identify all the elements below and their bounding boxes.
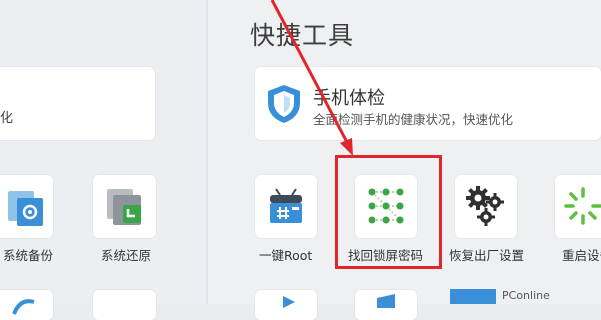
bottom-tile-1[interactable] [255, 290, 317, 320]
ie-icon [12, 299, 35, 315]
system-backup-label: 系统备份 [3, 248, 54, 263]
android-root-icon [270, 188, 302, 223]
system-restore-label: 系统还原 [101, 248, 152, 263]
gears-icon [466, 186, 504, 226]
restart-device-tile[interactable] [555, 175, 601, 238]
backup-icon [8, 191, 43, 226]
phone-check-card[interactable] [255, 67, 601, 140]
restart-icon [564, 187, 601, 225]
system-backup-tile[interactable] [0, 175, 53, 238]
highlight-box [335, 155, 442, 269]
phone-check-title: 手机体检 [313, 88, 385, 109]
bottom-tile-2[interactable] [355, 290, 417, 320]
phone-check-subtitle: 全面检测手机的健康状况，快速优化 [313, 112, 514, 127]
left-top-card-text: 化 [0, 111, 14, 126]
file-icon [377, 294, 395, 308]
shield-icon [268, 85, 300, 123]
pconline-text: PConline [502, 289, 550, 302]
left-bottom-tile-1[interactable] [0, 290, 53, 320]
one-key-root-tile[interactable] [255, 175, 317, 238]
system-restore-tile[interactable] [93, 175, 156, 238]
restart-device-label: 重启设备 [562, 248, 601, 263]
quick-tools-title: 快捷工具 [250, 21, 355, 50]
left-top-card[interactable]: 化 [0, 67, 155, 140]
play-icon [283, 296, 295, 308]
one-key-root-label: 一键Root [259, 248, 313, 263]
left-bottom-tile-2[interactable] [93, 290, 156, 320]
factory-reset-tile[interactable] [455, 175, 517, 238]
restore-icon [107, 189, 141, 225]
factory-reset-label: 恢复出厂设置 [449, 248, 525, 263]
pconline-watermark: PConline [450, 289, 601, 304]
